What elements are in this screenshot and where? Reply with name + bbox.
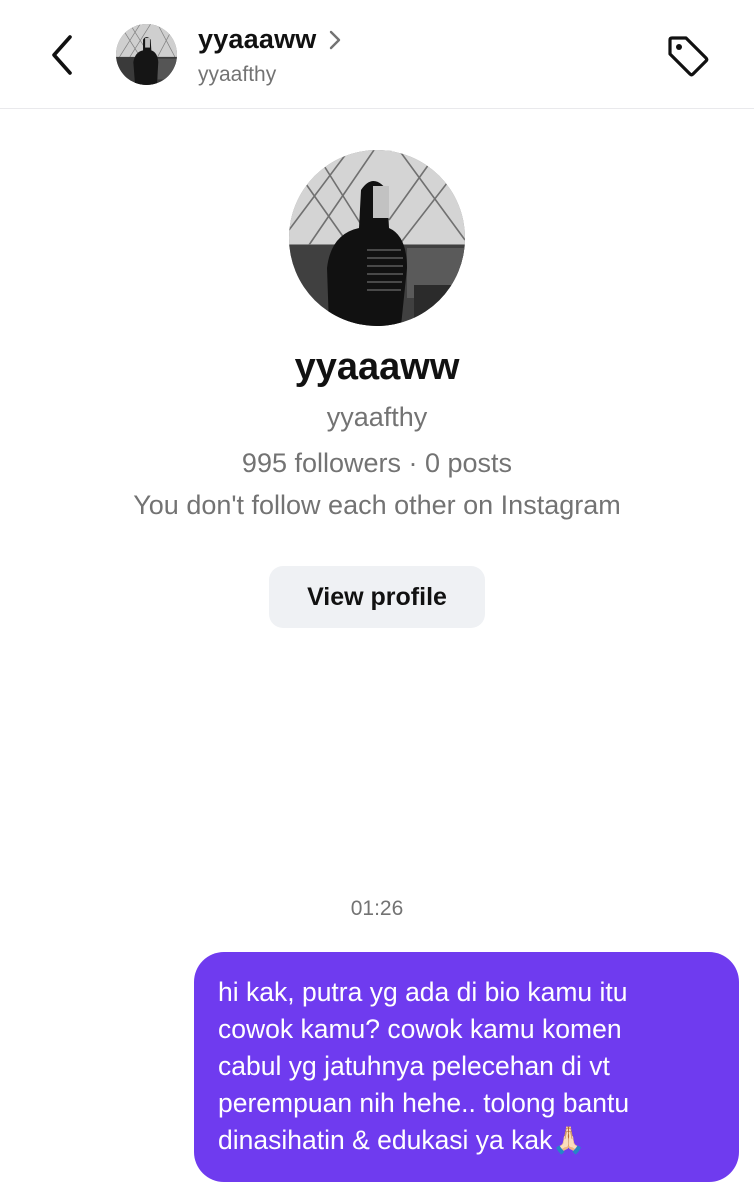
header-avatar[interactable]	[116, 24, 177, 85]
chevron-right-icon[interactable]	[328, 30, 344, 50]
tag-icon	[668, 36, 709, 77]
profile-stats: 995 followers · 0 posts	[241, 448, 513, 478]
tag-button[interactable]	[664, 32, 712, 80]
profile-display-name: yyaaaww	[294, 346, 460, 388]
view-profile-button[interactable]: View profile	[269, 566, 485, 628]
message-text: hi kak, putra yg ada di bio kamu itu cow…	[218, 977, 630, 1155]
header-title-row[interactable]: yyaaaww	[198, 24, 344, 55]
header-display-name[interactable]: yyaaaww	[198, 24, 316, 55]
profile-username: yyaafthy	[326, 402, 428, 432]
chevron-left-icon	[52, 35, 72, 75]
follow-status: You don't follow each other on Instagram	[133, 490, 621, 520]
sent-message-bubble[interactable]: hi kak, putra yg ada di bio kamu itu cow…	[194, 952, 739, 1182]
back-button[interactable]	[42, 32, 82, 78]
chat-header: yyaaaww yyaafthy	[0, 0, 754, 109]
profile-avatar[interactable]	[289, 150, 465, 326]
header-username: yyaafthy	[198, 63, 277, 86]
message-timestamp: 01:26	[350, 897, 404, 920]
